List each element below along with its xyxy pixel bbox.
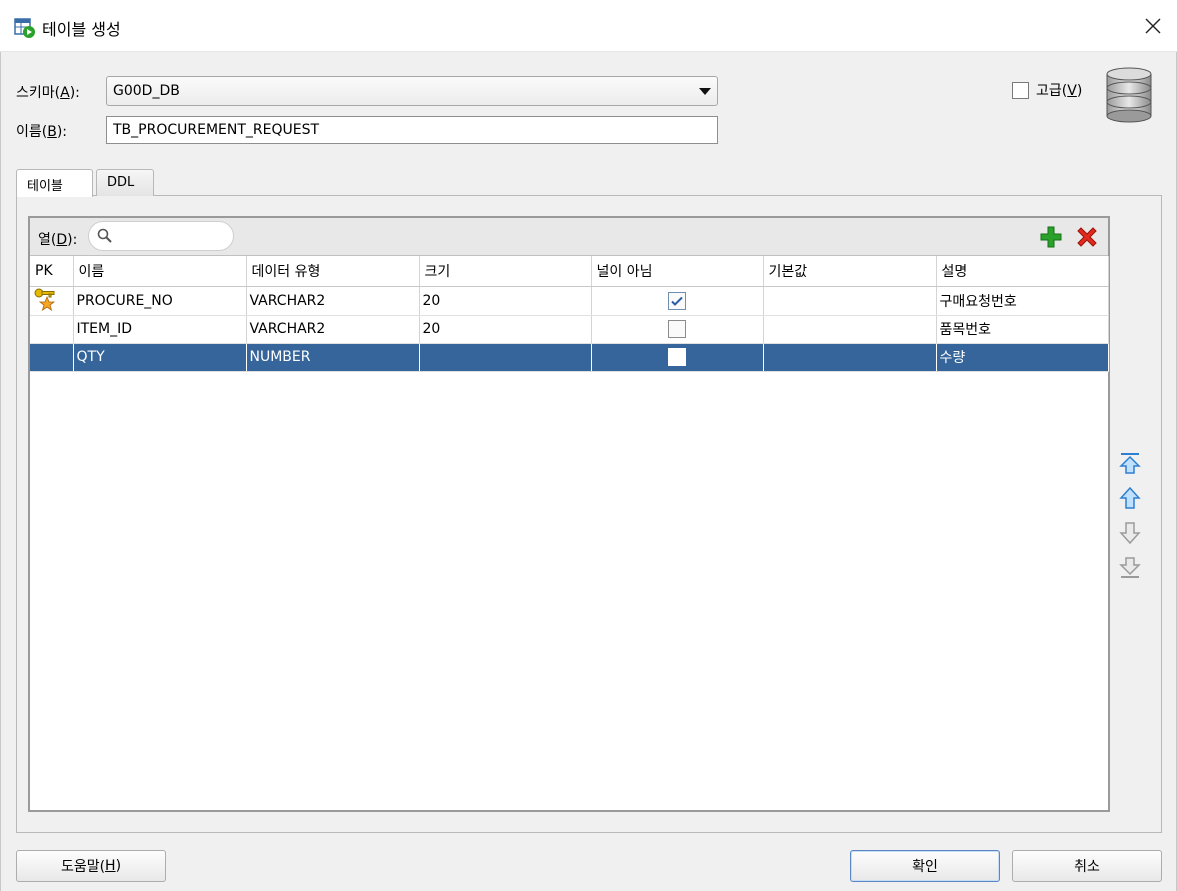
columns-toolbar: 열(D): (30, 218, 1108, 256)
description-cell[interactable]: 수량 (936, 343, 1109, 372)
move-down-icon[interactable] (1118, 521, 1142, 545)
description-cell[interactable]: 품목번호 (936, 315, 1109, 344)
close-button[interactable] (1129, 6, 1177, 46)
header-not-null[interactable]: 널이 아님 (591, 256, 764, 287)
table-row[interactable]: ITEM_ID VARCHAR2 20 품목번호 (30, 315, 1109, 344)
not-null-cell[interactable] (591, 315, 764, 344)
type-cell[interactable]: NUMBER (246, 343, 420, 372)
description-cell[interactable]: 구매요청번호 (936, 286, 1109, 316)
columns-table: PK 이름 데이터 유형 크기 널이 아님 기본값 설명 PROCURE_NO … (30, 256, 1109, 372)
default-cell[interactable] (763, 286, 937, 316)
name-cell[interactable]: QTY (73, 343, 247, 372)
database-icon (1106, 67, 1152, 123)
add-column-icon[interactable] (1039, 225, 1063, 249)
not-null-checkbox[interactable] (668, 348, 686, 366)
move-to-top-icon[interactable] (1118, 451, 1142, 475)
move-up-icon[interactable] (1118, 486, 1142, 510)
size-cell[interactable] (419, 343, 592, 372)
schema-value: G00D_DB (113, 83, 180, 99)
name-cell[interactable]: ITEM_ID (73, 315, 247, 344)
table-row[interactable]: PROCURE_NO VARCHAR2 20 구매요청번호 (30, 286, 1109, 316)
tab-table[interactable]: 테이블 (16, 169, 93, 197)
name-label: 이름(B): (16, 124, 68, 140)
pk-cell[interactable] (30, 343, 74, 372)
size-cell[interactable]: 20 (419, 315, 592, 344)
header-size[interactable]: 크기 (419, 256, 592, 287)
move-to-bottom-icon[interactable] (1118, 556, 1142, 580)
columns-label: 열(D): (38, 232, 78, 248)
table-name-input[interactable] (106, 116, 718, 144)
header-description[interactable]: 설명 (936, 256, 1109, 287)
header-data-type[interactable]: 데이터 유형 (246, 256, 420, 287)
tab-ddl[interactable]: DDL (96, 169, 154, 196)
size-cell[interactable]: 20 (419, 286, 592, 316)
create-table-icon (14, 18, 35, 38)
delete-column-icon[interactable] (1075, 225, 1099, 249)
type-cell[interactable]: VARCHAR2 (246, 286, 420, 316)
pk-cell[interactable] (30, 286, 74, 316)
primary-key-icon (34, 288, 56, 311)
help-button[interactable]: 도움말(H) (16, 850, 166, 882)
advanced-checkbox[interactable] (1012, 82, 1029, 99)
ok-button[interactable]: 확인 (850, 850, 1000, 882)
table-row-selected[interactable]: QTY NUMBER 수량 (30, 343, 1109, 372)
not-null-cell[interactable] (591, 343, 764, 372)
columns-grid: 열(D): PK 이름 데이터 유형 크기 널이 아님 기본값 설명 PROCU… (28, 216, 1110, 812)
cancel-button[interactable]: 취소 (1012, 850, 1162, 882)
pk-cell[interactable] (30, 315, 74, 344)
close-icon (1145, 18, 1161, 34)
schema-select[interactable]: G00D_DB (106, 76, 718, 106)
name-cell[interactable]: PROCURE_NO (73, 286, 247, 316)
not-null-checkbox[interactable] (668, 320, 686, 338)
title-bar: 테이블 생성 (0, 0, 1177, 52)
header-default[interactable]: 기본값 (763, 256, 937, 287)
default-cell[interactable] (763, 343, 937, 372)
advanced-label: 고급(V) (1036, 83, 1083, 99)
dropdown-arrow-icon (699, 88, 711, 95)
header-name[interactable]: 이름 (73, 256, 247, 287)
default-cell[interactable] (763, 315, 937, 344)
check-icon (671, 296, 683, 306)
search-icon (97, 228, 112, 243)
schema-label: 스키마(A): (16, 85, 80, 101)
header-row: PK 이름 데이터 유형 크기 널이 아님 기본값 설명 (30, 256, 1109, 287)
column-search-input[interactable] (88, 221, 234, 251)
type-cell[interactable]: VARCHAR2 (246, 315, 420, 344)
not-null-cell[interactable] (591, 286, 764, 316)
header-pk[interactable]: PK (30, 256, 74, 287)
not-null-checkbox[interactable] (668, 291, 686, 310)
window-title: 테이블 생성 (42, 20, 121, 39)
